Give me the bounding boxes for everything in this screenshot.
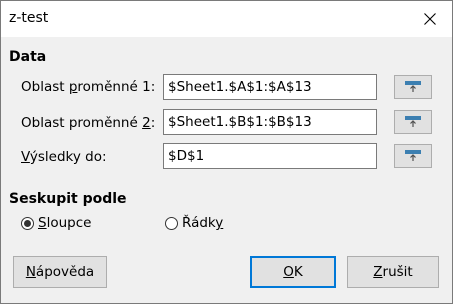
help-button[interactable]: Nápověda <box>13 256 107 288</box>
radio-rows[interactable]: Řádky <box>165 215 223 231</box>
shrink-icon <box>405 81 421 92</box>
close-button[interactable] <box>407 1 452 37</box>
variable2-range-input[interactable]: $Sheet1.$B$1:$B$13 <box>163 109 377 135</box>
variable1-label: Oblast proměnné 1: <box>21 79 156 95</box>
radio-columns[interactable]: Sloupce <box>21 215 91 231</box>
radio-rows-indicator <box>165 216 178 230</box>
variable2-label: Oblast proměnné 2: <box>21 115 156 131</box>
shrink-icon <box>405 116 421 127</box>
results-output-input[interactable]: $D$1 <box>163 143 377 169</box>
radio-columns-label: Sloupce <box>38 215 92 231</box>
help-button-label: Nápověda <box>25 264 95 280</box>
cancel-button[interactable]: Zrušit <box>347 256 439 288</box>
results-label: Výsledky do: <box>21 149 107 165</box>
radio-rows-label: Řádky <box>182 215 224 231</box>
variable2-shrink-button[interactable] <box>394 110 432 134</box>
shrink-icon <box>405 150 421 161</box>
cancel-button-label: Zrušit <box>373 264 413 280</box>
variable1-shrink-button[interactable] <box>394 75 432 99</box>
results-shrink-button[interactable] <box>394 144 432 168</box>
variable1-range-input[interactable]: $Sheet1.$A$1:$A$13 <box>163 74 377 100</box>
title-bar: z-test <box>1 1 452 37</box>
ok-button[interactable]: OK <box>250 256 336 288</box>
radio-columns-indicator <box>21 216 34 230</box>
data-section-heading: Data <box>9 49 47 65</box>
window-title: z-test <box>9 10 49 26</box>
z-test-dialog: z-test Data Oblast proměnné 1: $Sheet1.$… <box>0 0 453 304</box>
group-by-heading: Seskupit podle <box>9 191 127 207</box>
close-icon <box>423 13 436 25</box>
ok-button-label: OK <box>283 264 303 280</box>
